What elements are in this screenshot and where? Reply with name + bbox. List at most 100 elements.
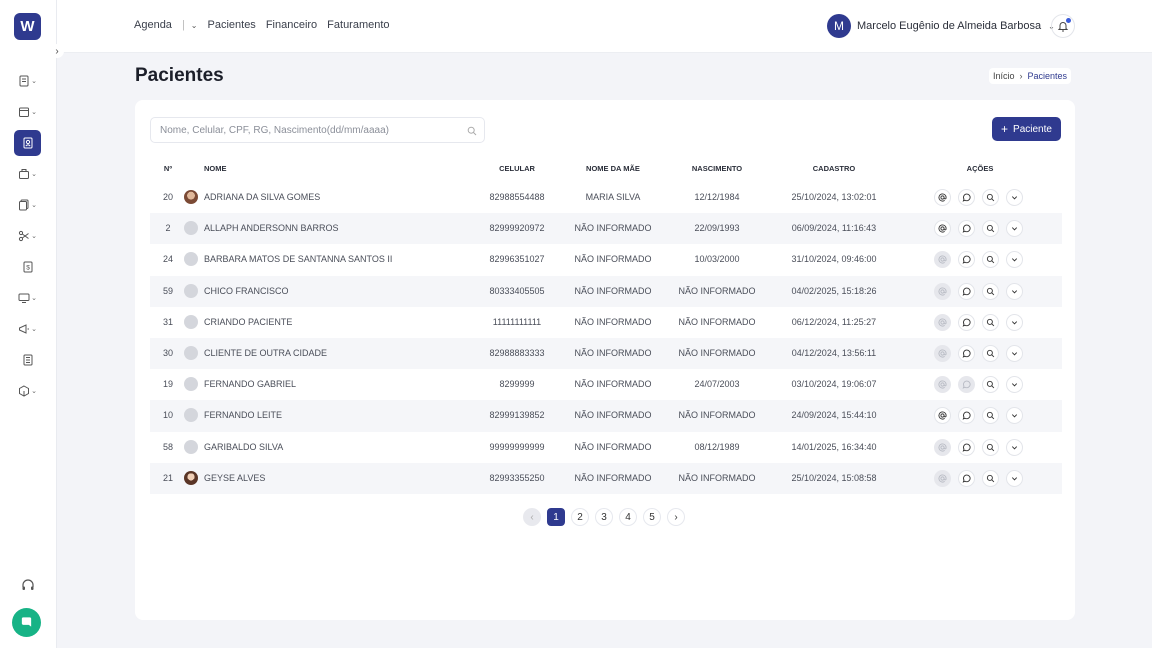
table-row[interactable]: 21 GEYSE ALVES 82993355250 NÃO INFORMADO NÃO… <box>150 462 1062 494</box>
more-options-button[interactable] <box>1006 376 1023 394</box>
email-button[interactable] <box>934 469 951 487</box>
view-button[interactable] <box>982 407 999 425</box>
whatsapp-button[interactable] <box>958 376 975 394</box>
page-button[interactable]: 2 <box>571 508 589 526</box>
nav-link-pacientes[interactable]: Pacientes <box>208 19 256 31</box>
next-page-button[interactable]: › <box>667 508 685 526</box>
table-row[interactable]: 59 CHICO FRANCISCO 80333405505 NÃO INFORMAD… <box>150 275 1062 307</box>
view-button[interactable] <box>982 251 999 269</box>
whatsapp-button[interactable] <box>958 282 975 300</box>
table-row[interactable]: 10 FERNANDO LEITE 82999139852 NÃO INFORMADO… <box>150 400 1062 432</box>
notifications-button[interactable] <box>1051 14 1075 38</box>
more-options-button[interactable] <box>1006 313 1023 331</box>
row-id: 2 <box>165 223 171 234</box>
nav-box-icon[interactable]: ⌄ <box>14 378 41 404</box>
email-button[interactable] <box>934 189 951 206</box>
table-row[interactable]: 30 CLIENTE DE OUTRA CIDADE 82988883333 NÃO … <box>150 337 1062 370</box>
row-name[interactable]: GARIBALDO SILVA <box>204 442 283 452</box>
chat-button[interactable] <box>12 608 41 637</box>
nav-tools-icon[interactable]: ⌄ <box>14 223 41 249</box>
whatsapp-button[interactable] <box>958 313 975 331</box>
whatsapp-button[interactable] <box>958 344 975 362</box>
view-button[interactable] <box>982 469 999 487</box>
row-name[interactable]: FERNANDO GABRIEL <box>204 379 296 389</box>
search-icon <box>986 287 995 295</box>
whatsapp-button[interactable] <box>958 189 975 206</box>
more-options-button[interactable] <box>1006 251 1023 269</box>
app-logo[interactable]: W <box>14 13 41 40</box>
page-button[interactable]: 5 <box>643 508 661 526</box>
headset-icon[interactable] <box>20 578 36 594</box>
more-options-button[interactable] <box>1006 469 1023 487</box>
nav-link-financeiro[interactable]: Financeiro <box>266 19 317 31</box>
sidebar-toggle-chevron-icon[interactable]: › <box>50 44 64 58</box>
row-name[interactable]: FERNANDO LEITE <box>204 410 282 420</box>
user-name: Marcelo Eugênio de Almeida Barbosa <box>857 20 1042 32</box>
email-button[interactable] <box>934 344 951 362</box>
more-options-button[interactable] <box>1006 282 1023 300</box>
whatsapp-button[interactable] <box>958 438 975 456</box>
table-row[interactable]: 24 BARBARA MATOS DE SANTANNA SANTOS II 829… <box>150 244 1062 275</box>
table-row[interactable]: 58 GARIBALDO SILVA 99999999999 NÃO INFORMAD… <box>150 432 1062 463</box>
more-options-button[interactable] <box>1006 220 1023 238</box>
add-patient-button[interactable]: + Paciente <box>992 117 1061 141</box>
whatsapp-button[interactable] <box>958 469 975 487</box>
view-button[interactable] <box>982 189 999 206</box>
view-button[interactable] <box>982 313 999 331</box>
nav-briefcase-icon[interactable]: ⌄ <box>14 161 41 187</box>
nav-megaphone-icon[interactable]: ⌄ <box>14 316 41 342</box>
chevron-down-icon[interactable]: ⌄ <box>191 21 198 30</box>
email-button[interactable] <box>934 220 951 238</box>
more-options-button[interactable] <box>1006 189 1023 206</box>
nav-link-faturamento[interactable]: Faturamento <box>327 19 389 31</box>
search-input[interactable] <box>160 124 460 136</box>
row-id: 21 <box>162 472 173 483</box>
whatsapp-button[interactable] <box>958 407 975 425</box>
page-button[interactable]: 3 <box>595 508 613 526</box>
nav-link-agenda[interactable]: Agenda <box>134 19 172 31</box>
user-menu[interactable]: M Marcelo Eugênio de Almeida Barbosa ⌄ <box>827 14 1055 38</box>
row-name[interactable]: CLIENTE DE OUTRA CIDADE <box>204 348 327 358</box>
nav-records-icon[interactable]: ⌄ <box>14 68 41 94</box>
email-button[interactable] <box>934 313 951 331</box>
table-row[interactable]: 19 FERNANDO GABRIEL 8299999 NÃO INFORMADO 24… <box>150 369 1062 400</box>
prev-page-button[interactable]: ‹ <box>523 508 541 526</box>
email-button[interactable] <box>934 251 951 269</box>
table-row[interactable]: 2 ALLAPH ANDERSONN BARROS 82999920972 NÃO I… <box>150 213 1062 245</box>
view-button[interactable] <box>982 438 999 456</box>
page-button[interactable]: 4 <box>619 508 637 526</box>
view-button[interactable] <box>982 220 999 238</box>
table-row[interactable]: 20 ADRIANA DA SILVA GOMES 82988554488 MARIA… <box>150 182 1062 213</box>
whatsapp-icon <box>962 474 971 483</box>
nav-finance-icon[interactable]: $ <box>14 254 41 280</box>
row-name[interactable]: ADRIANA DA SILVA GOMES <box>204 192 320 202</box>
nav-documents-icon[interactable]: ⌄ <box>14 192 41 218</box>
nav-monitor-icon[interactable]: ⌄ <box>14 285 41 311</box>
nav-patients-icon[interactable] <box>14 130 41 156</box>
whatsapp-button[interactable] <box>958 251 975 269</box>
breadcrumb-home[interactable]: Início <box>993 71 1015 81</box>
email-button[interactable] <box>934 376 951 394</box>
row-name[interactable]: CHICO FRANCISCO <box>204 286 289 296</box>
page-button[interactable]: 1 <box>547 508 565 526</box>
view-button[interactable] <box>982 282 999 300</box>
view-button[interactable] <box>982 344 999 362</box>
table-row[interactable]: 31 CRIANDO PACIENTE 11111111111 NÃO INFORMA… <box>150 307 1062 338</box>
whatsapp-button[interactable] <box>958 220 975 238</box>
header-cel: CELULAR <box>499 164 535 173</box>
search-icon <box>986 381 995 389</box>
more-options-button[interactable] <box>1006 438 1023 456</box>
row-name[interactable]: BARBARA MATOS DE SANTANNA SANTOS II <box>204 254 392 264</box>
search-icon <box>986 256 995 264</box>
email-button[interactable] <box>934 282 951 300</box>
email-button[interactable] <box>934 407 951 425</box>
row-name[interactable]: GEYSE ALVES <box>204 473 265 483</box>
more-options-button[interactable] <box>1006 344 1023 362</box>
nav-reports-icon[interactable] <box>14 347 41 373</box>
view-button[interactable] <box>982 376 999 394</box>
email-button[interactable] <box>934 438 951 456</box>
more-options-button[interactable] <box>1006 407 1023 425</box>
row-name[interactable]: ALLAPH ANDERSONN BARROS <box>204 223 339 233</box>
row-name[interactable]: CRIANDO PACIENTE <box>204 317 292 327</box>
nav-calendar-icon[interactable]: ⌄ <box>14 99 41 125</box>
